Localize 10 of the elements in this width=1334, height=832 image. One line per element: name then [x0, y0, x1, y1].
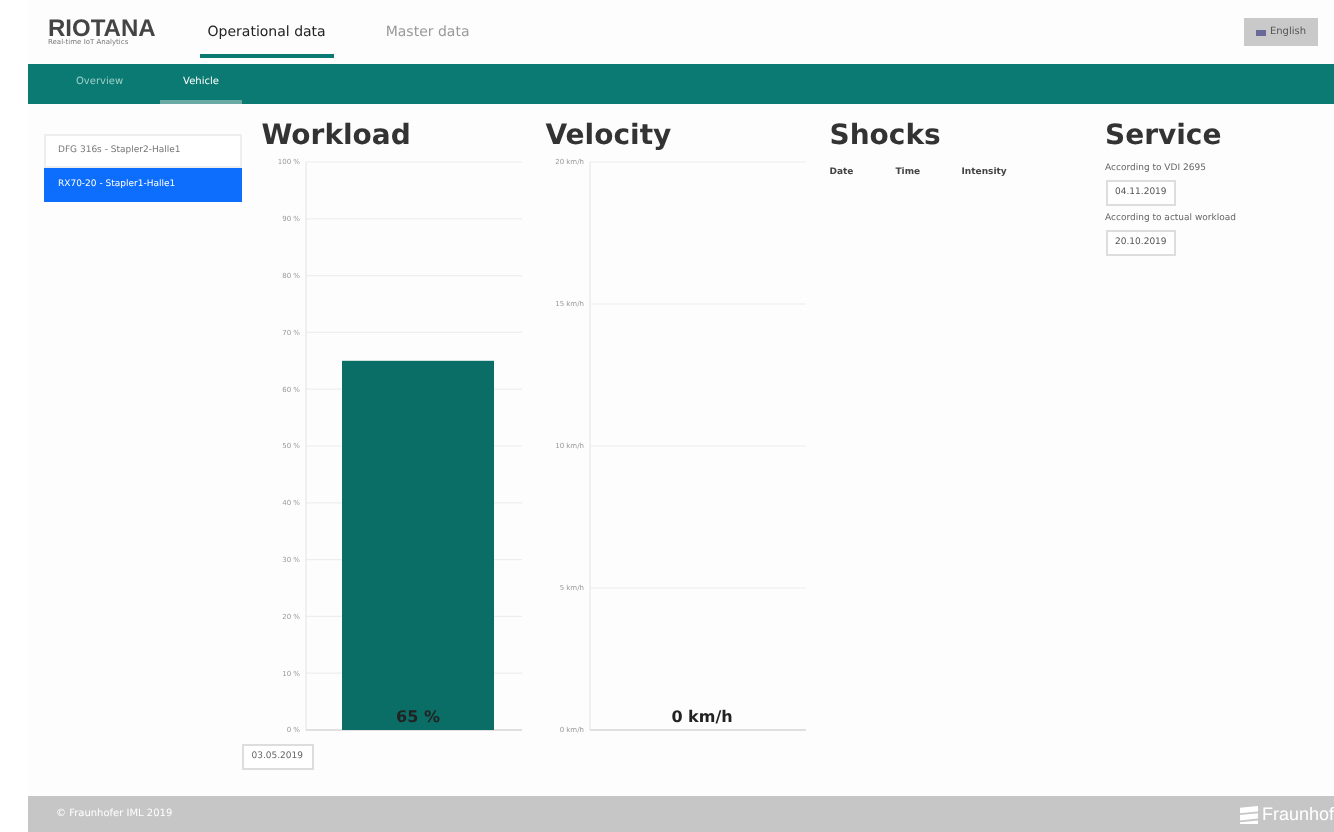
flag-icon: [1255, 29, 1266, 35]
section-title: Workload: [261, 120, 413, 152]
logo-icon: [1239, 805, 1258, 823]
value-label: 65 %: [395, 708, 440, 726]
logo-text: RIOTANA: [48, 16, 156, 41]
footer-logo-text: Fraunhof: [1261, 804, 1334, 824]
section-title: Velocity: [545, 120, 674, 152]
section-title: Service: [1105, 120, 1224, 152]
value-label: 0 km/h: [670, 708, 733, 726]
section-title: Shocks: [829, 120, 943, 152]
